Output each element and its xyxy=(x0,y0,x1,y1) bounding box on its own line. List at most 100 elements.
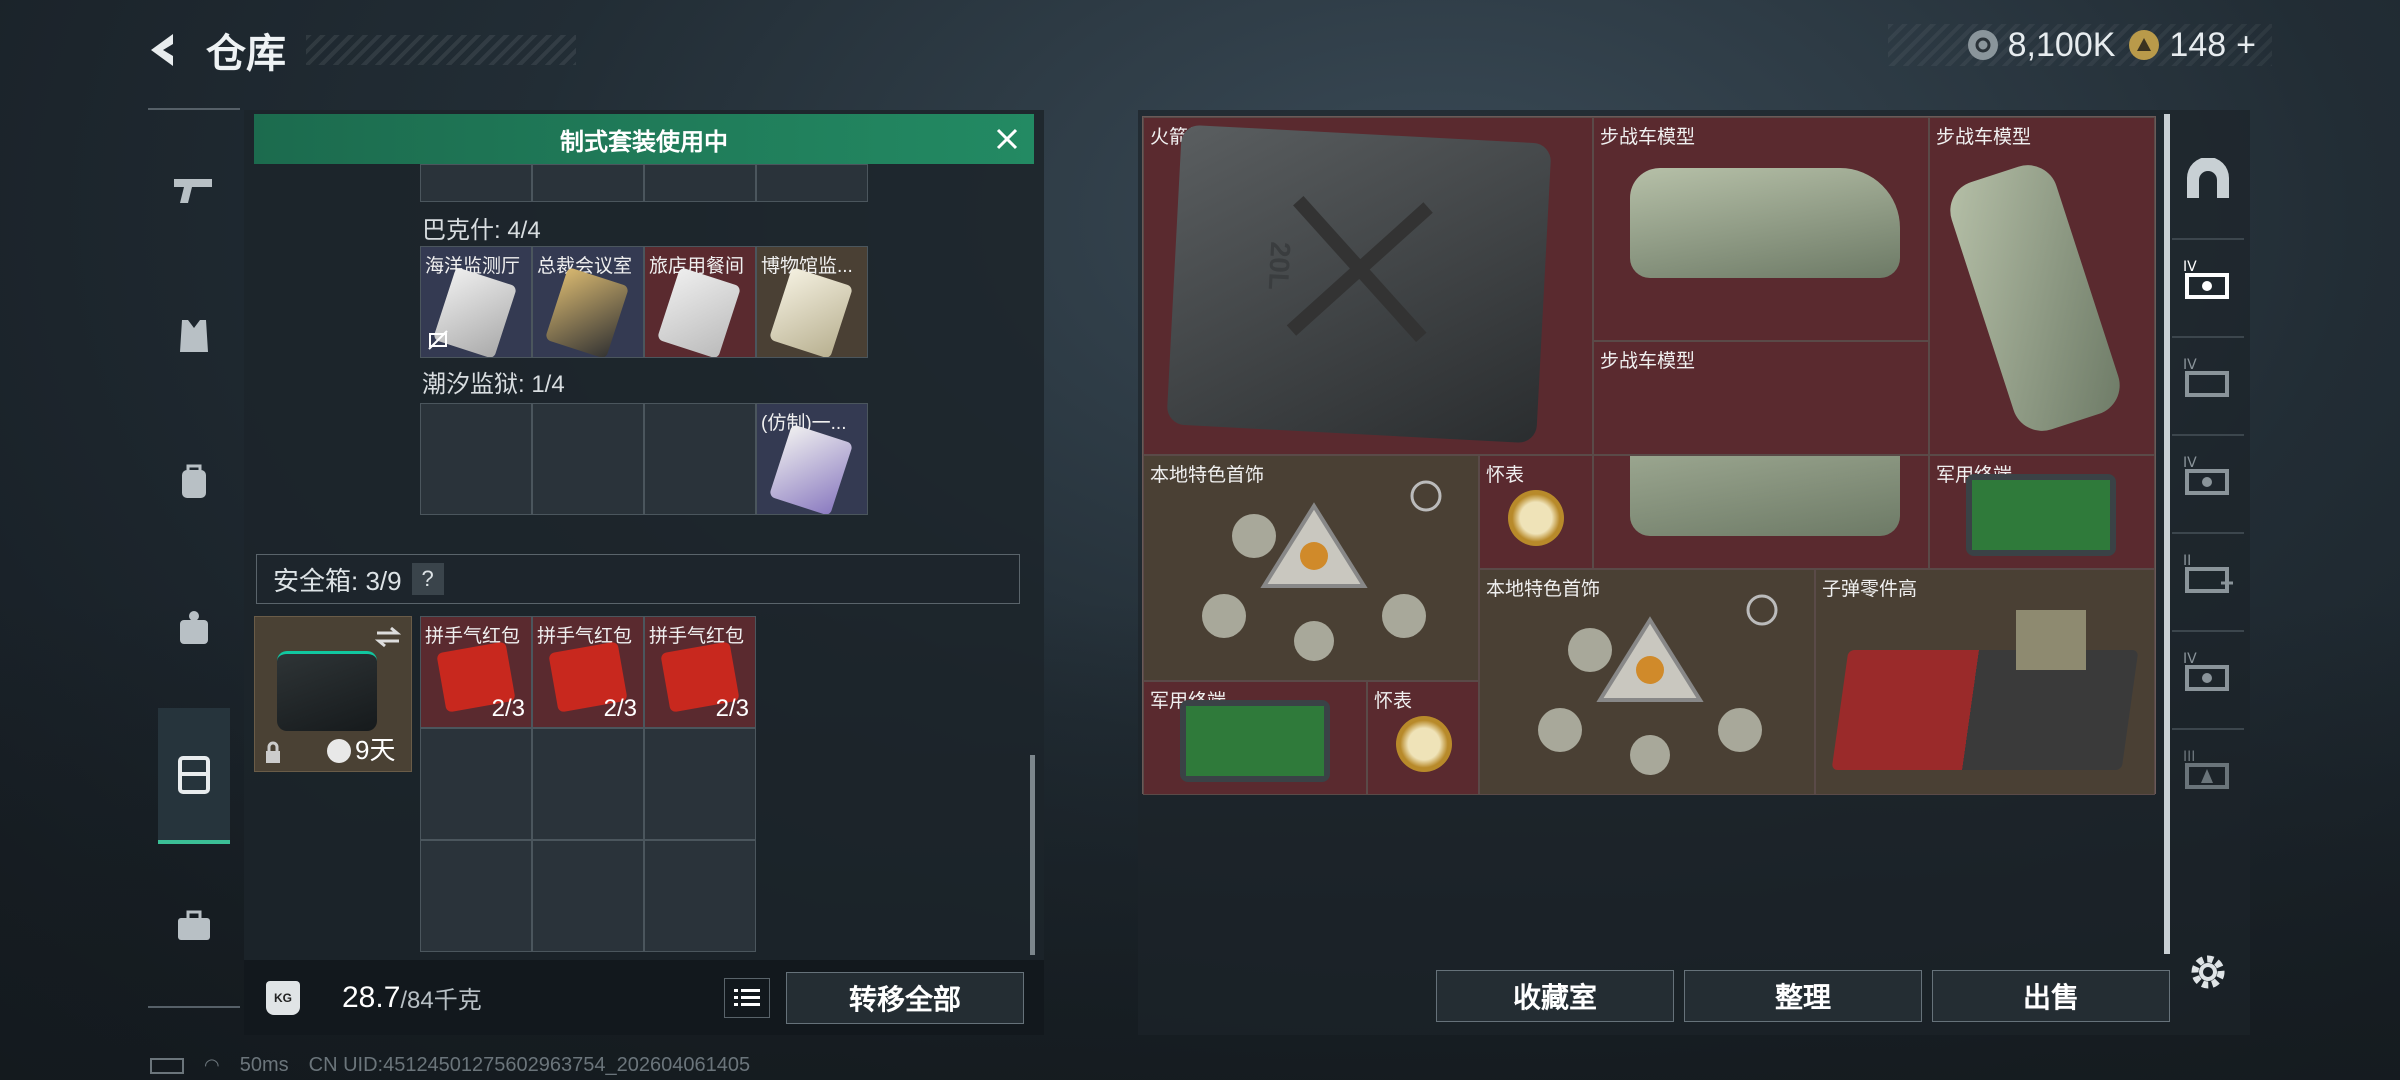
safe-box-item[interactable]: 9天 xyxy=(254,616,412,772)
nav-backpack[interactable] xyxy=(158,446,230,518)
tab-home[interactable] xyxy=(2172,140,2244,220)
nav-toolbox[interactable] xyxy=(158,890,230,962)
coin-icon xyxy=(1967,30,1998,60)
gold-balance[interactable]: 148 + xyxy=(2129,26,2256,65)
pocket-watch-item[interactable]: 怀表 xyxy=(1479,455,1593,569)
rocket-fuel-item[interactable]: 火箭燃料 20L xyxy=(1143,117,1593,455)
red-packet-slot[interactable]: 拼手气红包 2/3 xyxy=(644,616,756,728)
item-label: 怀表 xyxy=(1374,691,1413,712)
item-label: 子弹零件高 xyxy=(1822,579,1918,600)
sort-button[interactable]: 整理 xyxy=(1684,970,1922,1022)
grid-cell[interactable] xyxy=(756,164,868,202)
gold-add-button[interactable]: + xyxy=(2236,26,2256,65)
tab-medkit-ii[interactable]: II xyxy=(2172,532,2244,612)
collection-room-button[interactable]: 收藏室 xyxy=(1436,970,1674,1022)
grid-cell[interactable] xyxy=(420,164,532,202)
tab-stash-iv-d[interactable]: IV xyxy=(2172,630,2244,710)
keycard-icon xyxy=(656,266,742,357)
backpack-icon xyxy=(182,464,206,498)
sell-button[interactable]: 出售 xyxy=(1932,970,2170,1022)
keycard-grid-prison: (仿制)一... xyxy=(420,403,868,515)
empty-slot[interactable] xyxy=(532,840,644,952)
safe-box-image xyxy=(277,651,377,731)
keycard-slot[interactable]: 博物馆监... xyxy=(756,246,868,358)
ifv-model-lower[interactable] xyxy=(1593,455,1929,569)
jewelry-item[interactable]: 本地特色首饰 xyxy=(1143,455,1479,681)
fuel-can-image: 20L xyxy=(1166,124,1552,444)
pocket-watch-item[interactable]: 怀表 xyxy=(1367,681,1479,795)
gear-icon xyxy=(2191,955,2225,989)
ifv-model-item[interactable]: 步战车模型 xyxy=(1929,117,2155,455)
stash-iv-icon: IV xyxy=(2183,651,2229,691)
battery-icon xyxy=(150,1057,184,1074)
svg-text:III: III xyxy=(2183,749,2195,765)
item-label: 怀表 xyxy=(1486,465,1525,486)
nav-rig[interactable] xyxy=(158,592,230,664)
close-icon[interactable] xyxy=(992,124,1022,154)
empty-slot[interactable] xyxy=(644,728,756,840)
keycard-slot[interactable]: 总裁会议室 xyxy=(532,246,644,358)
ammo-parts-item[interactable]: 子弹零件高 xyxy=(1815,569,2155,795)
lock-icon xyxy=(266,741,280,763)
svg-text:IV: IV xyxy=(2183,455,2197,471)
settings-button[interactable] xyxy=(2186,950,2230,994)
stash-scrollbar[interactable] xyxy=(2164,114,2170,954)
grid-cell[interactable] xyxy=(644,164,756,202)
pocket-watch-image xyxy=(1396,716,1452,772)
currency-bar: 8,100K 148 + xyxy=(1887,24,2272,66)
empty-slot[interactable] xyxy=(532,728,644,840)
item-label: 步战车模型 xyxy=(1600,127,1696,148)
keycard-icon xyxy=(544,266,630,357)
transfer-all-button[interactable]: 转移全部 xyxy=(786,972,1024,1024)
weight-max: /84千克 xyxy=(400,987,482,1014)
empty-slot[interactable] xyxy=(420,403,532,515)
ifv-model-item[interactable]: 步战车模型 xyxy=(1593,341,1929,455)
tab-stash-iv-a[interactable]: IV xyxy=(2172,238,2244,318)
folder-iv-icon: IV xyxy=(2183,357,2229,397)
jewelry-item[interactable]: 本地特色首饰 xyxy=(1479,569,1815,795)
nav-armor[interactable] xyxy=(158,300,230,372)
tab-stash-iv-c[interactable]: IV xyxy=(2172,434,2244,514)
empty-slot[interactable] xyxy=(420,840,532,952)
cross-mark xyxy=(1286,196,1433,343)
tab-stash-iii[interactable]: III xyxy=(2172,728,2244,808)
nav-safe-box[interactable] xyxy=(158,708,230,844)
list-icon xyxy=(734,989,760,1006)
gold-amount: 148 xyxy=(2169,25,2227,64)
list-view-button[interactable] xyxy=(724,978,770,1018)
keycard-slot[interactable]: (仿制)一... xyxy=(756,403,868,515)
military-terminal-item[interactable]: 军用终端 xyxy=(1143,681,1367,795)
stash-grid: 火箭燃料 20L 步战车模型 步战车模型 步战车模型 本地特色首饰 怀表 军用终… xyxy=(1142,116,2156,795)
weight-value: 28.7 xyxy=(342,980,401,1014)
ifv-image xyxy=(1630,456,1900,536)
stash-iv-icon: IV xyxy=(2183,455,2229,495)
empty-slot[interactable] xyxy=(420,728,532,840)
clock-icon xyxy=(327,739,351,763)
left-scrollbar[interactable] xyxy=(1030,755,1035,955)
nav-weapons[interactable] xyxy=(158,154,230,226)
ifv-model-item[interactable]: 步战车模型 xyxy=(1593,117,1929,341)
coin-balance[interactable]: 8,100K xyxy=(1967,25,2116,65)
tab-stash-iv-b[interactable]: IV xyxy=(2172,336,2244,416)
red-packet-slot[interactable]: 拼手气红包 2/3 xyxy=(532,616,644,728)
military-terminal-item[interactable]: 军用终端 xyxy=(1929,455,2155,569)
group-label-bakesh: 巴克什: 4/4 xyxy=(422,217,541,244)
stack-count: 2/3 xyxy=(603,695,637,722)
crate-image xyxy=(2016,610,2086,670)
grid-cell[interactable] xyxy=(532,164,644,202)
back-button[interactable] xyxy=(140,25,190,75)
help-button[interactable]: ? xyxy=(411,563,444,595)
keycard-slot[interactable]: 海洋监测厅 xyxy=(420,246,532,358)
keycard-slot[interactable]: 旅店用餐间 xyxy=(644,246,756,358)
stash-iv-icon: IV xyxy=(2183,259,2229,299)
gun-icon xyxy=(174,179,212,203)
empty-slot[interactable] xyxy=(644,403,756,515)
weight-icon: KG xyxy=(266,980,300,1015)
empty-slot[interactable] xyxy=(644,840,756,952)
item-label: 拼手气红包 xyxy=(537,626,633,647)
coin-amount: 8,100K xyxy=(2007,25,2116,64)
red-packet-slot[interactable]: 拼手气红包 2/3 xyxy=(420,616,532,728)
empty-slot[interactable] xyxy=(532,403,644,515)
swap-icon[interactable] xyxy=(373,625,403,649)
item-label: 拼手气红包 xyxy=(649,626,745,647)
